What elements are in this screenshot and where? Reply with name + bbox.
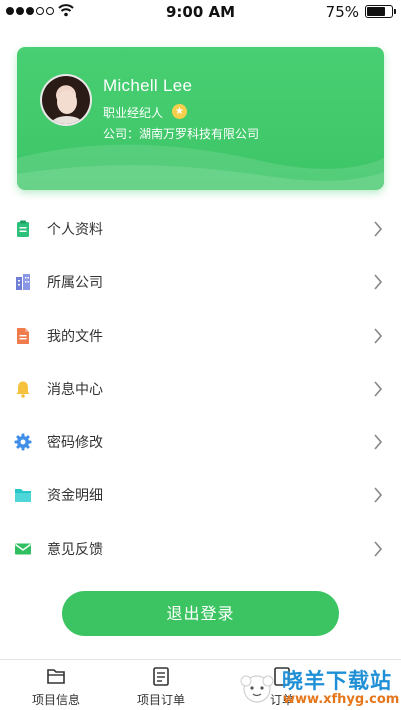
menu-item-feedback[interactable]: 意见反馈: [0, 522, 401, 575]
chevron-right-icon: [374, 221, 383, 237]
sheep-logo-icon: [240, 675, 274, 703]
chevron-right-icon: [374, 434, 383, 450]
battery-icon: [365, 5, 396, 18]
menu-item-label: 资金明细: [47, 488, 103, 505]
chevron-right-icon: [374, 541, 383, 557]
file-icon: [17, 327, 29, 344]
building-icon: [16, 274, 30, 291]
bell-icon: [16, 381, 30, 398]
watermark-text: 晓羊下载站: [282, 669, 392, 693]
menu-item-password[interactable]: 密码修改: [0, 415, 401, 468]
chevron-right-icon: [374, 328, 383, 344]
status-bar: 9:00 AM 75%: [0, 0, 401, 24]
tab-label: 项目订单: [136, 693, 185, 707]
folder-icon: [15, 489, 31, 503]
menu-item-company[interactable]: 所属公司: [0, 255, 401, 308]
menu-item-label: 意见反馈: [47, 541, 103, 558]
user-role: 职业经纪人: [103, 106, 164, 120]
menu-item-label: 个人资料: [47, 222, 103, 238]
watermark-logo: 晓羊下载站 www.xfhyg.com: [232, 665, 401, 710]
clipboard-icon: [17, 220, 29, 237]
menu-item-profile[interactable]: 个人资料: [0, 202, 401, 255]
mail-icon: [15, 543, 31, 555]
list-tab-icon: [153, 667, 169, 686]
menu-item-label: 所属公司: [47, 275, 103, 292]
tab-project-info[interactable]: 项目信息: [6, 660, 106, 710]
tab-project-orders[interactable]: 项目订单: [111, 660, 211, 710]
battery-percent: 75%: [325, 3, 359, 21]
gear-icon: [14, 433, 32, 451]
menu-item-funds[interactable]: 资金明细: [0, 468, 401, 521]
chevron-right-icon: [374, 487, 383, 504]
menu-item-messages[interactable]: 消息中心: [0, 362, 401, 415]
logout-button[interactable]: 退出登录: [62, 591, 339, 636]
menu-item-label: 密码修改: [47, 435, 103, 452]
watermark-url: www.xfhyg.com: [283, 692, 400, 707]
profile-card[interactable]: Michell Lee 职业经纪人 ★ 公司：湖南万罗科技有限公司: [17, 47, 384, 190]
settings-menu: 个人资料 所属公司 我的文件 消息中心 密码修改 资金明细 意见反馈: [0, 202, 401, 575]
tab-label: 项目信息: [31, 693, 80, 707]
avatar[interactable]: [40, 74, 92, 126]
chevron-right-icon: [374, 274, 383, 290]
user-name: Michell Lee: [103, 76, 193, 95]
chevron-right-icon: [374, 381, 383, 397]
menu-item-files[interactable]: 我的文件: [0, 309, 401, 362]
menu-item-label: 消息中心: [47, 381, 103, 398]
menu-item-label: 我的文件: [47, 328, 103, 345]
user-company: 公司：湖南万罗科技有限公司: [103, 127, 260, 141]
folder-tab-icon: [47, 669, 65, 684]
star-badge-icon: ★: [172, 104, 187, 119]
